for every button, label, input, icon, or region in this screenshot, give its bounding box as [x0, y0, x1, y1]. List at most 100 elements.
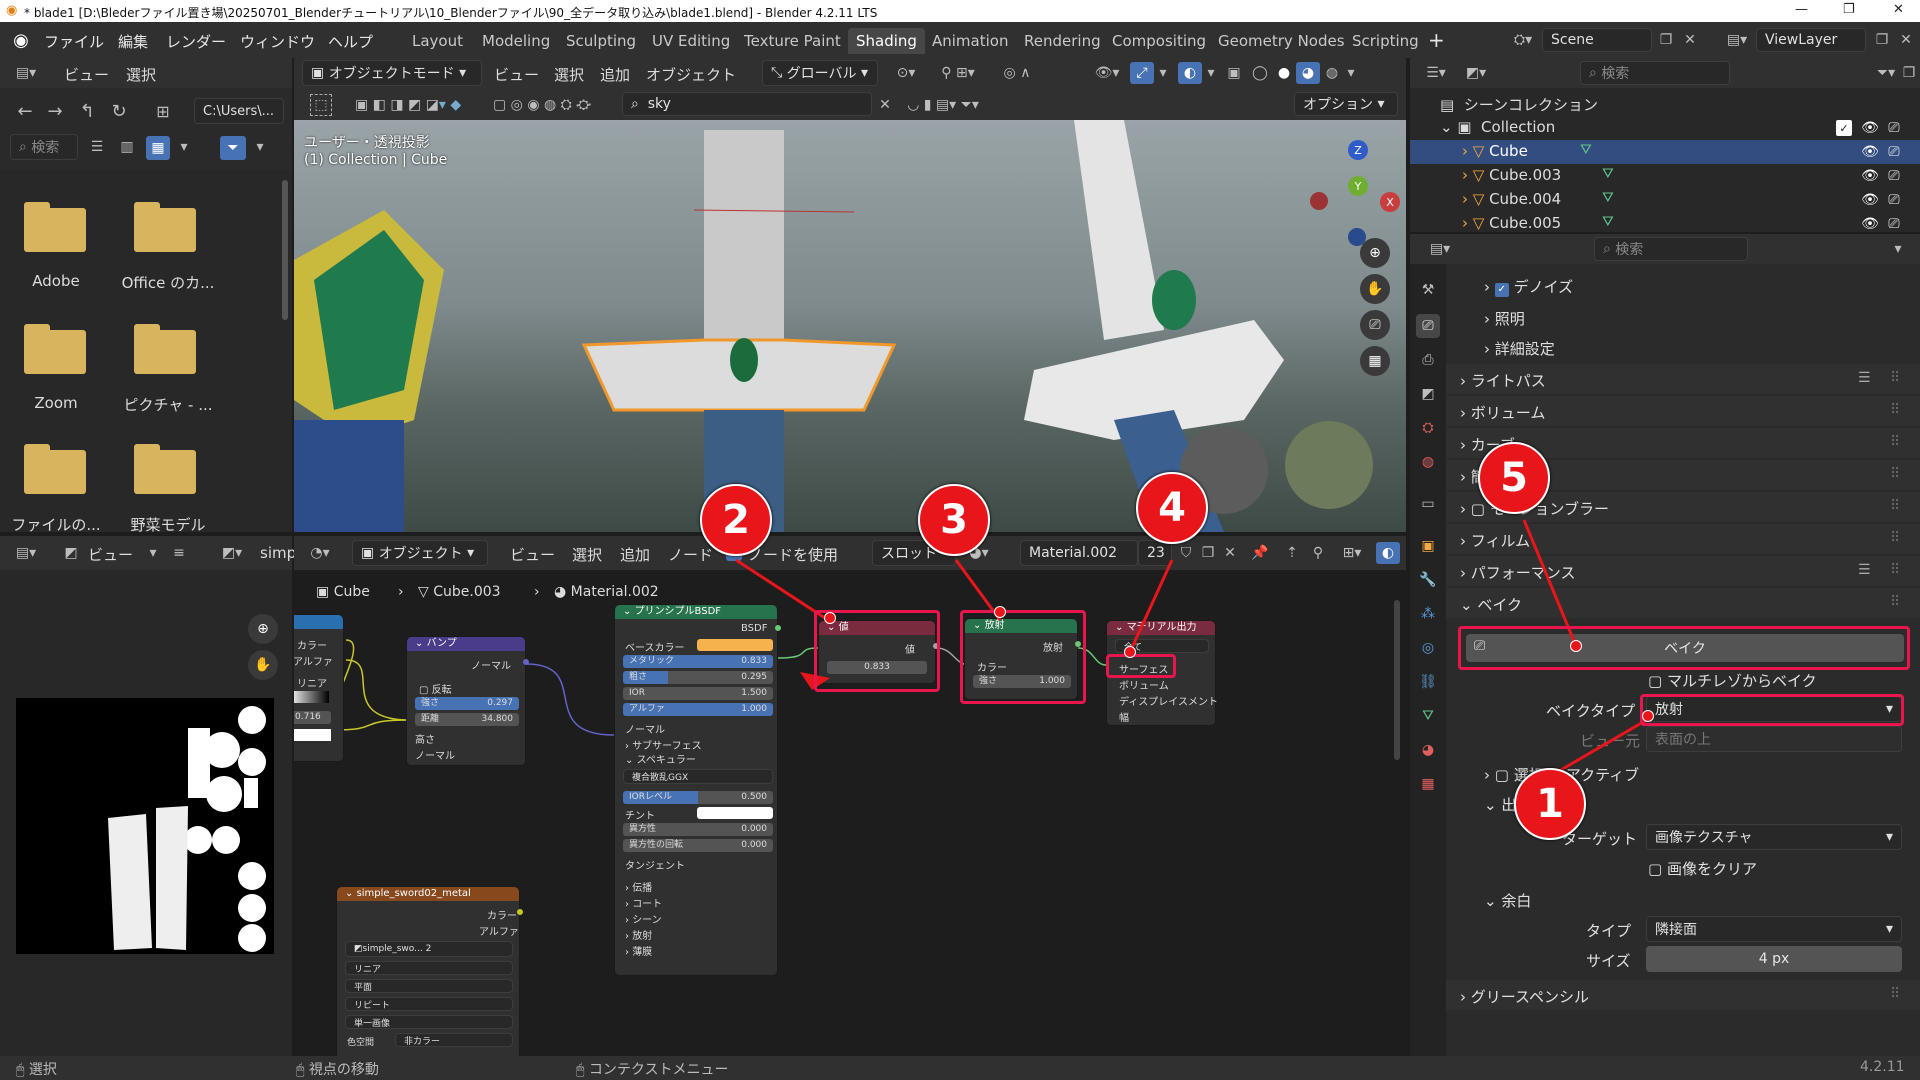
transform-orientation-dropdown[interactable]: ⤡ グローバル ▾ [762, 60, 878, 86]
data-tab-icon[interactable]: ⛛ [1416, 704, 1440, 728]
bump-node[interactable]: ⌄ バンプ ノーマル ▢ 反転 強さ 0.297 距離 34.800 高さ ノーマル [406, 636, 529, 766]
shader-type-dropdown[interactable]: ▣ オブジェクト ▾ [352, 540, 488, 566]
collection-row[interactable]: ⌄ ▣ Collection ✓ 👁 ⎚ [1410, 116, 1920, 140]
wireframe-shading-icon[interactable]: ◯ [1248, 62, 1272, 84]
blender-menu-icon[interactable]: ◉ [10, 30, 32, 51]
delete-viewlayer-icon[interactable]: ✕ [1896, 30, 1916, 50]
node-menu-node[interactable]: ノード [668, 544, 713, 565]
ior-field[interactable]: IOR 1.500 [623, 687, 773, 700]
outliner-row-cube005[interactable]: › ▽ Cube.005 ⛛ 👁 ⎚ [1410, 212, 1920, 232]
sheen-section[interactable]: › シーン [625, 911, 662, 926]
tab-modeling[interactable]: Modeling [474, 28, 558, 54]
menu-edit[interactable]: 編集 [118, 31, 148, 52]
material-users-count[interactable]: 23 [1138, 540, 1172, 566]
color-ramp-preview[interactable] [294, 691, 329, 703]
folder-item[interactable]: 野菜モデル [112, 442, 224, 534]
viewport-filter-icon[interactable]: ▾ ◆ [432, 94, 468, 116]
collection-tab-icon[interactable]: ▭ [1416, 492, 1440, 516]
output-tab-icon[interactable]: ⎙ [1416, 348, 1440, 372]
margin-type-dropdown[interactable]: 隣接面 ▾ [1646, 916, 1902, 942]
forward-icon[interactable]: → [44, 100, 66, 122]
margin-subpanel[interactable]: ⌄ 余白 [1484, 890, 1531, 911]
rendered-shading-icon[interactable]: ◍ [1320, 62, 1344, 84]
node-snap-icon[interactable]: ⚲ [1308, 544, 1328, 562]
bsdf-output-socket[interactable] [775, 625, 781, 631]
outliner-filter-icon[interactable]: ⏷▾ [1870, 64, 1902, 82]
bump-node-header[interactable]: ⌄ バンプ [407, 637, 525, 651]
folder-item[interactable]: Office のカ... [112, 200, 224, 292]
delete-scene-icon[interactable]: ✕ [1680, 30, 1700, 50]
select-box-icon[interactable]: ⬚ [310, 94, 332, 116]
node-header[interactable] [294, 615, 343, 629]
overlay-chevron-icon[interactable]: ▾ [1204, 63, 1218, 83]
tab-texture-paint[interactable]: Texture Paint [736, 28, 849, 54]
parent-dir-icon[interactable]: ↰ [76, 100, 98, 122]
clear-image-checkbox[interactable]: ▢ 画像をクリア [1648, 858, 1757, 879]
ior-level-field[interactable]: IORレベル 0.500 [623, 791, 773, 804]
filter-chevron-icon[interactable]: ▾ [252, 136, 268, 158]
folder-item[interactable]: ファイルの... [0, 442, 112, 534]
image-node-header[interactable]: ⌄ simple_sword02_metal [337, 887, 519, 901]
menu-file[interactable]: ファイル [44, 31, 104, 52]
material-preview-icon[interactable]: ◕ [1296, 62, 1320, 84]
pivot-icon[interactable]: ⊙▾ [890, 63, 922, 83]
image-editor-canvas[interactable]: ⊕ ✋ [0, 570, 292, 1056]
file-menu-select[interactable]: 選択 [126, 64, 156, 85]
folder-item[interactable]: Adobe [0, 200, 112, 290]
visibility-icon[interactable]: 👁▾ [1090, 63, 1124, 83]
editor-type-icon[interactable]: ▤▾ [10, 64, 42, 82]
pin-icon[interactable]: 📌 [1250, 544, 1270, 562]
camera-render-icon[interactable]: ⎚ [1884, 166, 1904, 186]
alpha-field[interactable]: アルファ 1.000 [623, 703, 773, 716]
hamburger-icon[interactable]: ≡ [170, 544, 188, 562]
properties-search-input[interactable]: ⌕ 検索 [1594, 237, 1748, 261]
panel-volumes[interactable]: › ボリューム ⠿ [1446, 396, 1920, 426]
shading-chevron-icon[interactable]: ▾ [1344, 63, 1358, 83]
viewport-extra-icons[interactable]: ◡ ▮ ▤▾ ⏷▾ [898, 94, 988, 116]
new-collection-icon[interactable]: ❐ [1900, 64, 1918, 82]
camera-render-icon[interactable]: ⎚ [1884, 142, 1904, 162]
interpolation-field[interactable]: リニア [297, 675, 327, 690]
tool-tab-icon[interactable]: ⚒ [1416, 278, 1440, 302]
viewlayer-field[interactable]: ViewLayer [1756, 28, 1866, 52]
bake-target-dropdown[interactable]: 画像テクスチャ ▾ [1646, 824, 1902, 850]
transmission-section[interactable]: › 伝播 [625, 879, 652, 894]
world-tab-icon[interactable]: ◍ [1416, 450, 1440, 474]
outliner-type-icon[interactable]: ☰▾ [1420, 64, 1452, 82]
eye-icon[interactable]: 👁 [1860, 190, 1880, 210]
tab-animation[interactable]: Animation [924, 28, 1016, 54]
tint-swatch[interactable] [697, 807, 773, 819]
white-swatch[interactable] [294, 729, 331, 741]
node-menu-select[interactable]: 選択 [572, 544, 602, 565]
refresh-icon[interactable]: ↻ [108, 100, 130, 122]
panel-bake[interactable]: ⌄ ベイク ⠿ [1446, 588, 1920, 618]
image-selector[interactable]: ◩ simple_swo... 2 [345, 941, 513, 957]
short-list-icon[interactable]: ▥ [116, 136, 138, 158]
thin-film-section[interactable]: › 薄膜 [625, 943, 652, 958]
object-tab-icon[interactable]: ▣ [1416, 534, 1440, 558]
colorspace-dropdown[interactable]: 非カラー [395, 1033, 513, 1047]
modifier-tab-icon[interactable]: 🔧 [1416, 568, 1440, 592]
file-search-input[interactable]: ⌕ 検索 [10, 134, 78, 160]
new-scene-icon[interactable]: ❐ [1656, 30, 1676, 50]
properties-type-icon[interactable]: ▤▾ [1424, 240, 1456, 258]
menu-render[interactable]: レンダー [166, 31, 226, 52]
constraints-tab-icon[interactable]: ⛓ [1416, 670, 1440, 694]
panel-performance[interactable]: › パフォーマンス ☰ ⠿ [1446, 556, 1920, 586]
folder-item[interactable]: ピクチャ - ... [112, 322, 224, 414]
image-texture-node-left[interactable]: カラー アルファ リニア 0.716 [294, 614, 344, 762]
scene-field[interactable]: Scene [1542, 28, 1652, 52]
menu-window[interactable]: ウィンドウ [240, 31, 315, 52]
subsurface-section[interactable]: › サブサーフェス [625, 737, 702, 752]
image-editor-type-icon[interactable]: ▤▾ [10, 544, 42, 562]
image-mode-icon[interactable]: ◩ [60, 544, 82, 562]
viewport-menu-add[interactable]: 追加 [600, 64, 630, 85]
node-overlay-icon[interactable]: ◐ [1376, 542, 1400, 564]
navigation-gizmo[interactable]: Z Y X [1304, 140, 1400, 246]
image-texture-node-metal[interactable]: ⌄ simple_sword02_metal カラー アルファ ◩ simple… [336, 886, 523, 1056]
material-tab-icon[interactable]: ◕ [1416, 738, 1440, 762]
mesh-data-icon[interactable]: ⛛ [1602, 166, 1614, 182]
multires-bake-checkbox[interactable]: ▢ マルチレゾからベイク [1648, 670, 1817, 691]
folder-item[interactable]: Zoom [0, 322, 112, 412]
object-type-visibility-icons[interactable]: ▢ ◎ ◉ ◍ ⛭ ⛮ [472, 94, 612, 116]
